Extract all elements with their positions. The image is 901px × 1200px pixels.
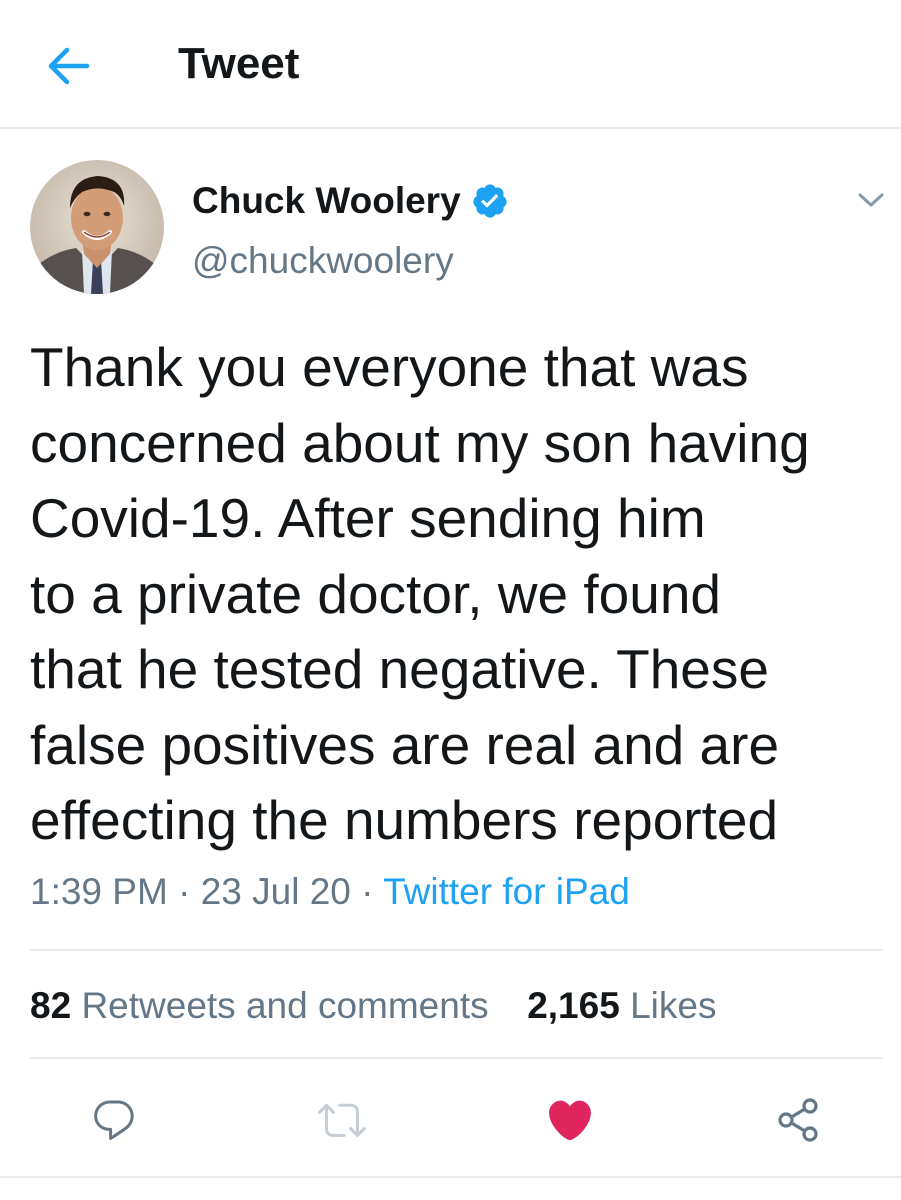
- tweet-line: Covid-19. After sending him: [30, 487, 706, 549]
- divider: [30, 1057, 883, 1059]
- tweet-line: to a private doctor, we found: [30, 562, 721, 625]
- like-button[interactable]: [538, 1088, 602, 1152]
- tweet-line: effecting the numbers reported: [30, 789, 779, 851]
- meta-separator: ·: [167, 871, 201, 912]
- likes-label: Likes: [630, 985, 717, 1026]
- back-button[interactable]: [44, 40, 96, 92]
- retweet-icon: [318, 1103, 366, 1137]
- divider: [0, 1176, 901, 1178]
- avatar[interactable]: [30, 160, 164, 294]
- author-handle[interactable]: @chuckwoolery: [192, 238, 454, 284]
- engagement-stats: 82 Retweets and comments 2,165 Likes: [30, 982, 716, 1030]
- verified-badge-icon: [473, 184, 507, 218]
- divider: [30, 949, 883, 951]
- tweet-date: 23 Jul 20: [200, 871, 351, 912]
- tweet-source-link[interactable]: Twitter for iPad: [383, 871, 630, 912]
- tweet-line: false positives are real and are: [30, 713, 780, 776]
- meta-separator: ·: [350, 871, 384, 912]
- retweets-count: 82: [30, 985, 72, 1026]
- author-name-row[interactable]: Chuck Woolery: [192, 176, 509, 226]
- display-name: Chuck Woolery: [192, 180, 461, 221]
- tweet-line: concerned about my son having: [30, 411, 810, 474]
- retweets-label: Retweets and comments: [81, 985, 489, 1026]
- tweet-time: 1:39 PM: [30, 871, 168, 912]
- page-title: Tweet: [178, 39, 300, 88]
- top-bar: Tweet: [0, 0, 901, 129]
- retweet-button[interactable]: [310, 1088, 374, 1152]
- reply-button[interactable]: [82, 1088, 146, 1152]
- tweet-actions-bar: [0, 1088, 901, 1152]
- tweet-timestamp-row: 1:39 PM · 23 Jul 20 · Twitter for iPad: [30, 868, 630, 916]
- tweet-text: Thank you everyone that was concerned ab…: [30, 330, 890, 859]
- tweet-line: Thank you everyone that was: [30, 336, 749, 398]
- retweets-stat[interactable]: 82 Retweets and comments: [30, 985, 489, 1026]
- share-icon: [778, 1098, 818, 1142]
- heart-icon: [549, 1100, 591, 1141]
- likes-stat[interactable]: 2,165 Likes: [527, 985, 716, 1026]
- likes-count: 2,165: [527, 985, 620, 1026]
- arrow-left-icon: [48, 47, 90, 85]
- share-button[interactable]: [766, 1088, 830, 1152]
- chevron-down-icon: [858, 193, 884, 207]
- reply-icon: [94, 1100, 134, 1140]
- profile-photo: [30, 160, 164, 294]
- tweet-line: that he tested negative. These: [30, 638, 769, 700]
- tweet-menu-button[interactable]: [852, 184, 890, 216]
